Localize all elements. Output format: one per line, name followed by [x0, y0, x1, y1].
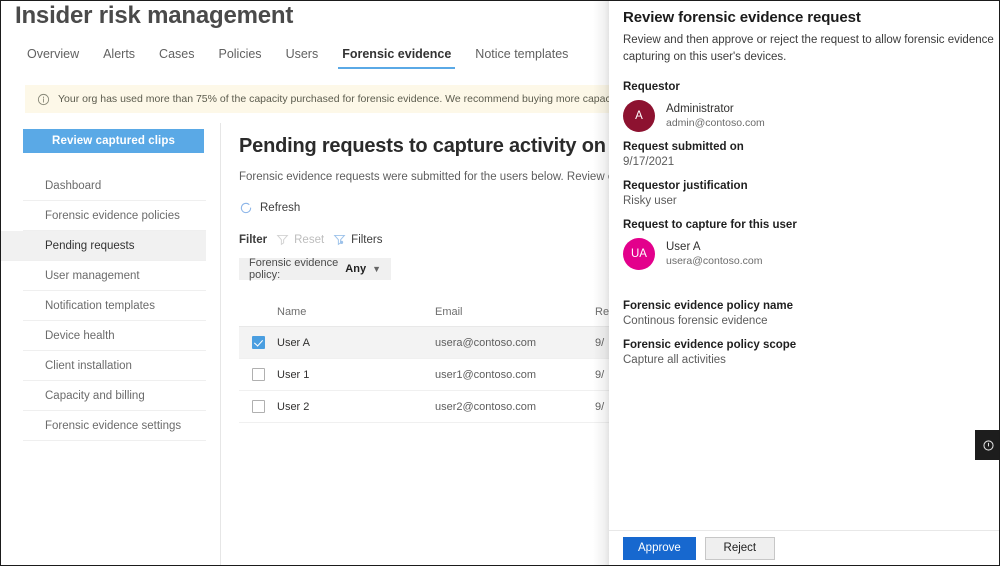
row-checkbox[interactable] [251, 336, 265, 349]
sidebar-item-dashboard[interactable]: Dashboard [23, 171, 206, 201]
row-checkbox-cell[interactable] [239, 336, 277, 349]
reset-label: Reset [294, 233, 325, 246]
cell-name: User 2 [277, 400, 310, 413]
panel-content: Review forensic evidence request Review … [609, 1, 999, 366]
info-icon [37, 93, 50, 106]
submitted-on-value: 9/17/2021 [623, 156, 675, 169]
sidebar: Review captured clips Dashboard Forensic… [1, 123, 221, 565]
feedback-icon [982, 439, 995, 452]
chevron-down-icon: ▼ [372, 264, 381, 274]
review-captured-clips-button[interactable]: Review captured clips [23, 129, 204, 153]
requestor-name: Administrator [666, 103, 734, 116]
policy-scope-label: Forensic evidence policy scope [623, 339, 797, 352]
sidebar-item-user-management[interactable]: User management [23, 261, 206, 291]
justification-value: Risky user [623, 195, 677, 208]
panel-description: Review and then approve or reject the re… [623, 34, 994, 63]
sidebar-item-client-installation[interactable]: Client installation [23, 351, 206, 381]
sidebar-nav: Dashboard Forensic evidence policies Pen… [1, 171, 220, 441]
approve-button[interactable]: Approve [623, 536, 696, 560]
filter-clear-icon [276, 233, 289, 246]
reject-button[interactable]: Reject [704, 536, 775, 560]
sidebar-item-forensic-evidence-settings[interactable]: Forensic evidence settings [23, 411, 206, 441]
feedback-tab[interactable] [975, 430, 999, 460]
avatar: UA [623, 238, 655, 271]
requestor-email: admin@contoso.com [666, 117, 765, 130]
requestor-label: Requestor [623, 81, 680, 94]
review-request-panel: Review forensic evidence request Review … [609, 1, 999, 565]
cell-email: user2@contoso.com [435, 400, 537, 413]
filter-icon [333, 233, 346, 246]
policy-scope-value: Capture all activities [623, 354, 726, 367]
filters-button[interactable]: Filters [333, 233, 382, 246]
panel-title: Review forensic evidence request [623, 9, 861, 26]
filter-label: Filter [239, 233, 268, 246]
row-checkbox[interactable] [251, 400, 265, 413]
submitted-on-label: Request submitted on [623, 141, 744, 154]
policy-name-value: Continous forensic evidence [623, 315, 768, 328]
cell-email: usera@contoso.com [435, 336, 537, 349]
filters-label: Filters [351, 233, 383, 246]
tab-notice-templates[interactable]: Notice templates [463, 45, 580, 69]
sidebar-item-forensic-evidence-policies[interactable]: Forensic evidence policies [23, 201, 206, 231]
capture-target-person: UA User A usera@contoso.com [623, 238, 985, 271]
refresh-icon [239, 201, 253, 215]
cell-name: User A [277, 336, 311, 349]
cell-name: User 1 [277, 368, 310, 381]
policy-name-label: Forensic evidence policy name [623, 300, 794, 313]
policy-filter-value: Any [345, 263, 367, 275]
refresh-button[interactable]: Refresh [260, 202, 300, 214]
tab-policies[interactable]: Policies [206, 45, 273, 69]
requestor-person: A Administrator admin@contoso.com [623, 100, 985, 133]
capture-target-email: usera@contoso.com [666, 255, 763, 268]
sidebar-item-device-health[interactable]: Device health [23, 321, 206, 351]
justification-label: Requestor justification [623, 180, 748, 193]
sidebar-item-notification-templates[interactable]: Notification templates [23, 291, 206, 321]
cell-email: user1@contoso.com [435, 368, 537, 381]
policy-filter-dropdown[interactable]: Forensic evidence policy: Any ▼ [239, 257, 391, 281]
tab-overview[interactable]: Overview [15, 45, 91, 69]
reset-filters-button[interactable]: Reset [276, 233, 324, 246]
avatar: A [623, 100, 655, 133]
panel-footer: Approve Reject [609, 530, 999, 565]
tab-forensic-evidence[interactable]: Forensic evidence [330, 45, 463, 69]
sidebar-item-capacity-and-billing[interactable]: Capacity and billing [23, 381, 206, 411]
app-screenshot: Insider risk management Recommended acti… [0, 0, 1000, 566]
row-checkbox-cell[interactable] [239, 400, 277, 413]
column-header-email[interactable]: Email [435, 306, 595, 318]
tab-alerts[interactable]: Alerts [91, 45, 147, 69]
column-header-name[interactable]: Name [277, 306, 435, 318]
policy-filter-label: Forensic evidence policy: [249, 257, 339, 281]
tab-users[interactable]: Users [274, 45, 331, 69]
sidebar-item-pending-requests[interactable]: Pending requests [1, 231, 206, 261]
row-checkbox-cell[interactable] [239, 368, 277, 381]
row-checkbox[interactable] [251, 368, 265, 381]
capture-target-name: User A [666, 241, 701, 254]
page-title: Insider risk management [15, 2, 294, 29]
capture-target-label: Request to capture for this user [623, 219, 797, 232]
tab-cases[interactable]: Cases [147, 45, 206, 69]
